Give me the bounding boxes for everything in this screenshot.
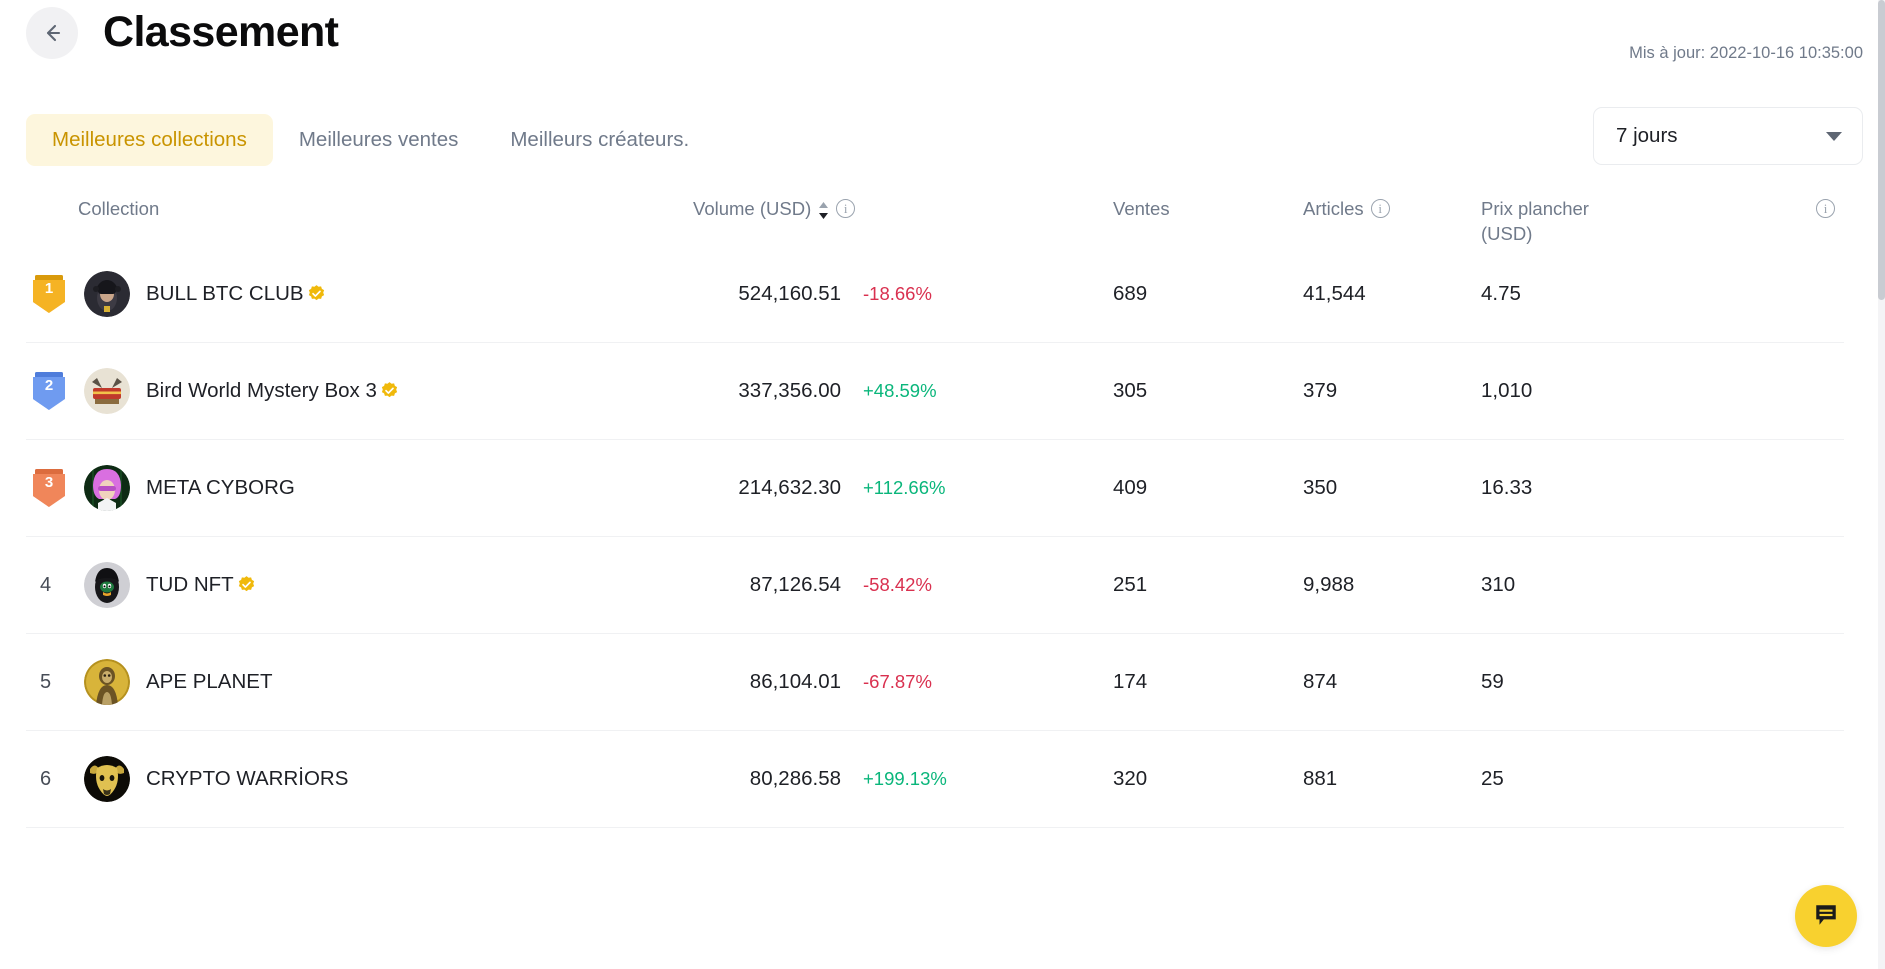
collection-avatar <box>84 659 130 705</box>
page-scrollbar[interactable] <box>1878 0 1885 969</box>
items-value: 379 <box>1303 379 1337 402</box>
items-value: 41,544 <box>1303 282 1366 305</box>
volume-change: -58.42% <box>863 574 932 596</box>
scrollbar-thumb[interactable] <box>1878 0 1885 300</box>
rank-value: 5 <box>26 671 78 694</box>
volume-value: 214,632.30 <box>693 476 841 500</box>
table-header-row: Collection Volume (USD) Ventes Articles <box>26 170 1844 246</box>
sales-value: 174 <box>1113 670 1147 693</box>
page-header: Classement Mis à jour: 2022-10-16 10:35:… <box>0 0 1885 88</box>
arrow-left-icon <box>40 21 64 45</box>
floor-price-info-icon[interactable] <box>1816 199 1835 218</box>
sales-value: 251 <box>1113 573 1147 596</box>
rank-value: 3 <box>32 474 66 491</box>
verified-badge-icon <box>380 381 399 400</box>
column-header-volume[interactable]: Volume (USD) <box>693 170 1113 225</box>
column-header-sales: Ventes <box>1113 170 1303 221</box>
items-value: 881 <box>1303 767 1337 790</box>
table-row[interactable]: 4 TUD NFT 87,126.54 -58.42% 251 9,988 310 <box>26 537 1844 634</box>
volume-value: 337,356.00 <box>693 379 841 403</box>
sales-value: 689 <box>1113 282 1147 305</box>
collection-avatar <box>84 271 130 317</box>
volume-value: 87,126.54 <box>693 573 841 597</box>
collection-name[interactable]: Bird World Mystery Box 3 <box>146 379 399 403</box>
chat-bubble-icon <box>1813 902 1839 931</box>
sales-value: 305 <box>1113 379 1147 402</box>
sales-value: 320 <box>1113 767 1147 790</box>
column-header-floor-price: Prix plancher (USD) <box>1481 170 1844 246</box>
rank-medal-icon: 2 <box>32 372 66 410</box>
tab-best-sales[interactable]: Meilleures ventes <box>273 114 485 166</box>
tab-list: Meilleures collections Meilleures ventes… <box>26 114 715 166</box>
floor-price-value: 1,010 <box>1481 379 1532 402</box>
volume-change: -67.87% <box>863 671 932 693</box>
rank-medal-icon: 1 <box>32 275 66 313</box>
collection-name[interactable]: BULL BTC CLUB <box>146 282 326 306</box>
collection-name[interactable]: TUD NFT <box>146 573 256 597</box>
tab-best-creators[interactable]: Meilleurs créateurs. <box>484 114 715 166</box>
table-row[interactable]: 1 BULL BTC CLUB 524,160.51 -18.66% 689 41,544… <box>26 246 1844 343</box>
back-button[interactable] <box>26 7 78 59</box>
collection-avatar <box>84 756 130 802</box>
table-body: 1 BULL BTC CLUB 524,160.51 -18.66% 689 41,544… <box>0 246 1885 828</box>
floor-price-value: 25 <box>1481 767 1504 790</box>
floor-price-value: 310 <box>1481 573 1515 596</box>
verified-badge-icon <box>237 575 256 594</box>
table-row[interactable]: 6 CRYPTO WARRİORS 80,286.58 +199.13% 320 881 2… <box>26 731 1844 828</box>
table-row[interactable]: 5 APE PLANET 86,104.01 -67.87% 174 874 59 <box>26 634 1844 731</box>
verified-badge-icon <box>307 284 326 303</box>
period-select-value: 7 jours <box>1616 124 1678 148</box>
volume-value: 524,160.51 <box>693 282 841 306</box>
items-value: 350 <box>1303 476 1337 499</box>
collection-avatar <box>84 562 130 608</box>
collection-name[interactable]: APE PLANET <box>146 670 272 694</box>
volume-value: 86,104.01 <box>693 670 841 694</box>
leaderboard-table: Collection Volume (USD) Ventes Articles <box>0 170 1885 828</box>
collection-name[interactable]: META CYBORG <box>146 476 295 500</box>
floor-price-label-line2: (USD) <box>1481 221 1589 246</box>
collection-avatar <box>84 368 130 414</box>
rank-value: 6 <box>26 768 78 791</box>
floor-price-value: 16.33 <box>1481 476 1532 499</box>
period-select[interactable]: 7 jours <box>1593 107 1863 165</box>
table-row[interactable]: 3 META CYBORG 214,632.30 +112.66% 409 350 16.3… <box>26 440 1844 537</box>
volume-change: +48.59% <box>863 380 937 402</box>
rank-medal-icon: 3 <box>32 469 66 507</box>
items-info-icon[interactable] <box>1371 199 1390 218</box>
page-title: Classement <box>103 2 338 62</box>
chevron-down-icon <box>1826 132 1842 141</box>
items-value: 9,988 <box>1303 573 1354 596</box>
tabs-row: Meilleures collections Meilleures ventes… <box>0 88 1885 170</box>
floor-price-label-line1: Prix plancher <box>1481 196 1589 221</box>
rank-value: 1 <box>32 280 66 297</box>
collection-avatar <box>84 465 130 511</box>
table-row[interactable]: 2 Bird World Mystery Box 3 337,356.00 +48.5… <box>26 343 1844 440</box>
leaderboard-page: Classement Mis à jour: 2022-10-16 10:35:… <box>0 0 1885 969</box>
column-header-collection: Collection <box>78 170 693 221</box>
rank-value: 4 <box>26 574 78 597</box>
volume-change: +199.13% <box>863 768 947 790</box>
collection-name[interactable]: CRYPTO WARRİORS <box>146 767 348 791</box>
items-value: 874 <box>1303 670 1337 693</box>
volume-change: +112.66% <box>863 477 945 499</box>
sort-icon[interactable] <box>818 200 829 225</box>
sales-value: 409 <box>1113 476 1147 499</box>
tab-best-collections[interactable]: Meilleures collections <box>26 114 273 166</box>
floor-price-value: 4.75 <box>1481 282 1521 305</box>
column-header-items: Articles <box>1303 170 1481 221</box>
rank-value: 2 <box>32 377 66 394</box>
chat-button[interactable] <box>1795 885 1857 947</box>
floor-price-value: 59 <box>1481 670 1504 693</box>
volume-info-icon[interactable] <box>836 199 855 218</box>
volume-change: -18.66% <box>863 283 932 305</box>
volume-value: 80,286.58 <box>693 767 841 791</box>
last-updated-text: Mis à jour: 2022-10-16 10:35:00 <box>1629 44 1863 63</box>
